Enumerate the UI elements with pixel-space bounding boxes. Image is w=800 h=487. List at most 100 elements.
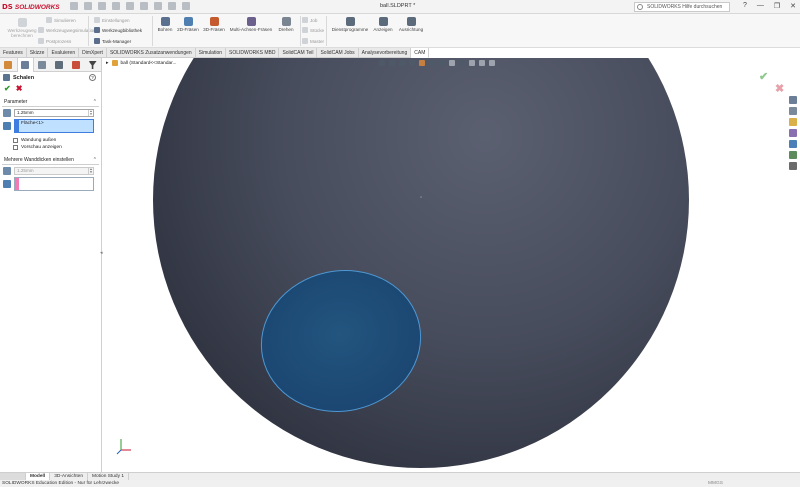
custom-properties-icon[interactable] <box>789 151 797 159</box>
filter-tab[interactable] <box>84 58 101 72</box>
selected-face[interactable]: Fläche<1> <box>19 120 93 132</box>
tab-simulation[interactable]: Simulation <box>196 48 227 58</box>
hide-show-icon[interactable] <box>449 60 455 66</box>
milling-3d-button[interactable]: 3D-Fräsen <box>202 17 226 32</box>
screen-capture-icon[interactable] <box>489 60 495 66</box>
tab-sketch[interactable]: Skizze <box>27 48 49 58</box>
maximize-button[interactable]: ❐ <box>774 2 780 10</box>
utilities-button[interactable]: Dienstprogramme <box>330 17 370 32</box>
faces-to-remove-list[interactable]: Fläche<1> <box>14 119 94 133</box>
section-view-icon[interactable] <box>409 60 415 66</box>
previous-view-icon[interactable] <box>399 60 405 66</box>
scroll-arrows[interactable] <box>0 473 26 480</box>
collapse-chevron-icon[interactable]: ⌃ <box>93 98 97 107</box>
cancel-x-icon[interactable]: ✖ <box>16 84 23 93</box>
expand-arrow-icon[interactable]: ▸ <box>106 60 109 66</box>
thickness-input[interactable]: 1.25mm ▲ ▼ <box>14 109 94 117</box>
view-settings-icon[interactable] <box>479 60 485 66</box>
display-style-icon[interactable] <box>439 60 445 66</box>
appearances-icon[interactable] <box>789 140 797 148</box>
turning-button[interactable]: Drehen <box>276 17 296 32</box>
multi-axis-button[interactable]: Multi-Achsen-Fräsen <box>228 17 274 32</box>
graphics-area[interactable]: ▸ ball (Standard<<Standar... ✔ ✖ <box>103 58 800 472</box>
undo-icon[interactable] <box>140 2 148 10</box>
save-icon[interactable] <box>112 2 120 10</box>
master-button[interactable]: Master <box>302 38 324 44</box>
tab-solidcam-jobs[interactable]: SolidCAM Jobs <box>317 48 359 58</box>
tab-dimxpert[interactable]: DimXpert <box>79 48 107 58</box>
multi-thickness-header[interactable]: Mehrere Wanddicken einstellen ⌃ <box>2 156 99 165</box>
feature-tree-flyout[interactable]: ▸ ball (Standard<<Standar... <box>106 60 177 66</box>
shell-outward-checkbox[interactable] <box>13 138 18 143</box>
collapse-chevron-icon[interactable]: ⌃ <box>93 156 97 165</box>
tab-analysis-prep[interactable]: Analysevorbereitung <box>359 48 412 58</box>
alignment-button[interactable]: Ausrichtung <box>396 17 426 32</box>
tab-solidcam-part[interactable]: SolidCAM Teil <box>279 48 318 58</box>
confirm-corner-ok-icon[interactable]: ✔ <box>759 70 768 83</box>
tab-mbd[interactable]: SOLIDWORKS MBD <box>226 48 280 58</box>
drilling-button[interactable]: Bohren <box>155 17 175 32</box>
select-icon[interactable] <box>154 2 162 10</box>
sphere-body[interactable] <box>153 58 689 468</box>
print-icon[interactable] <box>126 2 134 10</box>
close-button[interactable]: ✕ <box>790 2 796 10</box>
display-manager-tab[interactable] <box>67 58 84 72</box>
unit-system[interactable]: MMGS <box>708 480 723 487</box>
multi-thickness-faces-list[interactable] <box>14 177 94 191</box>
forum-icon[interactable] <box>789 162 797 170</box>
confirm-corner-cancel-icon[interactable]: ✖ <box>775 82 784 95</box>
tab-features[interactable]: Features <box>0 48 27 58</box>
tool-library-button[interactable]: Werkzeugbibliothek <box>94 27 142 33</box>
file-explorer-icon[interactable] <box>789 118 797 126</box>
help-icon[interactable]: ? <box>89 74 96 81</box>
milling-2d-button[interactable]: 2D-Fräsen <box>176 17 200 32</box>
minimize-button[interactable]: — <box>757 2 764 10</box>
tab-model[interactable]: Modell <box>26 473 51 480</box>
tab-motion-study[interactable]: Motion Study 1 <box>88 473 129 480</box>
zoom-area-icon[interactable] <box>389 60 395 66</box>
show-button[interactable]: Anzeigen <box>372 17 394 32</box>
design-library-icon[interactable] <box>789 107 797 115</box>
status-bar: SOLIDWORKS Education Edition - Nur für L… <box>0 480 800 487</box>
help-button[interactable]: ? <box>743 2 747 10</box>
solidworks-logo[interactable]: DS SOLIDWORKS <box>2 1 64 13</box>
settings-button[interactable]: Einstellungen <box>94 17 130 23</box>
thickness-spinner[interactable]: ▲ ▼ <box>88 110 93 116</box>
solidworks-resources-icon[interactable] <box>789 96 797 104</box>
open-icon[interactable] <box>98 2 106 10</box>
property-manager-tab[interactable] <box>16 58 34 72</box>
simulate-button[interactable]: Simulieren <box>46 17 76 23</box>
model-view[interactable] <box>103 58 800 472</box>
dimxpert-manager-tab[interactable] <box>51 58 68 72</box>
tab-addins[interactable]: SOLIDWORKS Zusatzanwendungen <box>107 48 196 58</box>
dynamic-annotation-icon[interactable] <box>419 60 425 66</box>
new-document-icon[interactable] <box>84 2 92 10</box>
show-preview-checkbox[interactable] <box>13 145 18 150</box>
job-button[interactable]: Job <box>302 17 317 23</box>
options-gear-icon[interactable] <box>182 2 190 10</box>
filter-icon <box>88 61 97 69</box>
zoom-fit-icon[interactable] <box>379 60 385 66</box>
edit-appearance-icon[interactable] <box>459 60 465 66</box>
help-search-input[interactable]: SOLIDWORKS Hilfe durchsuchen <box>634 2 730 12</box>
shell-outward-option[interactable]: Wandung außen <box>0 133 101 143</box>
apply-scene-icon[interactable] <box>469 60 475 66</box>
show-preview-option[interactable]: Vorschau anzeigen <box>0 143 101 150</box>
ok-check-icon[interactable]: ✔ <box>4 84 11 93</box>
task-manager-button[interactable]: Task-Manager <box>94 38 131 44</box>
config-manager-tab[interactable] <box>34 58 51 72</box>
postprocess-button[interactable]: Postprozess <box>38 38 71 44</box>
toolpath-calc-button[interactable]: Werkzeugweg berechnen <box>2 18 42 38</box>
tab-evaluate[interactable]: Evaluieren <box>48 48 80 58</box>
multi-thickness-input[interactable]: 1.25mm ▲ ▼ <box>14 167 94 175</box>
home-icon[interactable] <box>70 2 78 10</box>
stock-button[interactable]: Stücke <box>302 27 324 33</box>
view-palette-icon[interactable] <box>789 129 797 137</box>
rebuild-icon[interactable] <box>168 2 176 10</box>
feature-manager-tab[interactable] <box>0 58 17 72</box>
parameters-header[interactable]: Parameter ⌃ <box>2 98 99 107</box>
multi-thickness-spinner[interactable]: ▲ ▼ <box>88 168 93 174</box>
tab-cam[interactable]: CAM <box>411 48 430 58</box>
tab-3d-views[interactable]: 3D-Ansichten <box>50 473 88 480</box>
view-orientation-icon[interactable] <box>429 60 435 66</box>
